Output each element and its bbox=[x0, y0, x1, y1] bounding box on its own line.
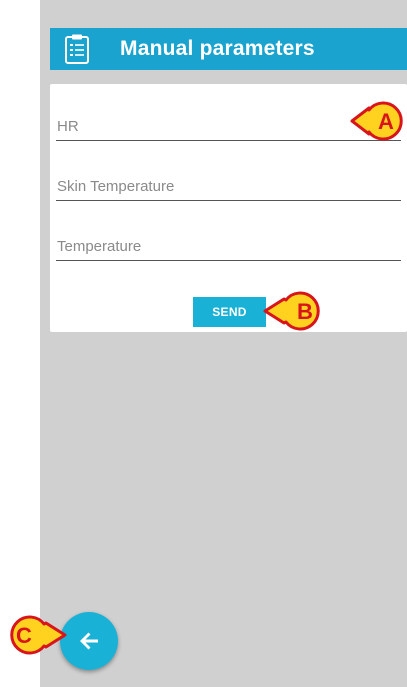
send-button[interactable]: SEND bbox=[193, 297, 266, 327]
callout-a-label: A bbox=[378, 109, 394, 134]
back-button[interactable] bbox=[60, 612, 118, 670]
clipboard-checklist-icon bbox=[65, 34, 89, 64]
callout-c-label: C bbox=[16, 623, 32, 648]
header-bar: Manual parameters bbox=[50, 28, 407, 70]
temperature-field-placeholder: Temperature bbox=[57, 238, 142, 255]
callout-c: C bbox=[10, 615, 67, 655]
callout-a: A bbox=[350, 101, 403, 141]
callout-b-label: B bbox=[297, 299, 313, 324]
skin-temperature-field[interactable]: Skin Temperature bbox=[56, 170, 401, 201]
hr-field-placeholder: HR bbox=[57, 118, 79, 135]
arrow-left-icon bbox=[80, 632, 98, 650]
page-title: Manual parameters bbox=[120, 37, 315, 60]
temperature-field[interactable]: Temperature bbox=[56, 230, 401, 261]
skin-temperature-field-placeholder: Skin Temperature bbox=[57, 178, 175, 195]
callout-b: B bbox=[263, 291, 320, 331]
